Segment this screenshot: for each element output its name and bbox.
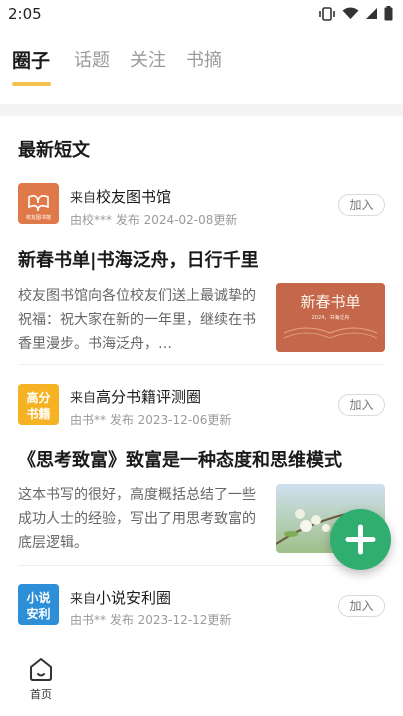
new-year-booklist-image: 新春书单 2024，书海泛舟 — [276, 283, 385, 352]
circle-avatar-image: 小说 安利 — [18, 584, 59, 625]
plus-icon — [345, 524, 376, 555]
tab-topics[interactable]: 话题 — [74, 46, 110, 72]
source-prefix: 来自 — [70, 592, 97, 607]
tab-excerpts[interactable]: 书摘 — [186, 46, 222, 72]
join-button[interactable]: 加入 — [338, 194, 385, 216]
join-button[interactable]: 加入 — [338, 394, 385, 416]
avatar-text-line1: 高分 — [26, 390, 50, 405]
post-meta: 由书** 发布 2023-12-12更新 — [70, 613, 232, 627]
status-time: 2:05 — [8, 5, 42, 23]
status-bar: 2:05 — [0, 0, 403, 28]
section-title: 最新短文 — [18, 140, 90, 161]
join-button[interactable]: 加入 — [338, 595, 385, 617]
post-excerpt[interactable]: 校友图书馆向各位校友们送上最诚挚的祝福：祝大家在新的一年里，继续在书香里漫步。书… — [18, 284, 258, 356]
circle-avatar[interactable]: 小说 安利 — [18, 584, 59, 625]
source-prefix: 来自 — [70, 191, 97, 206]
source-name[interactable]: 校友图书馆 — [96, 188, 171, 206]
avatar-text-line1: 小说 — [26, 590, 50, 605]
source-prefix: 来自 — [70, 391, 97, 406]
source-name[interactable]: 小说安利圈 — [96, 589, 171, 607]
signal-icon — [366, 8, 377, 19]
post-source[interactable]: 来自高分书籍评测圈 — [70, 386, 201, 407]
battery-icon — [384, 6, 393, 21]
post-title[interactable]: 《思考致富》致富是一种态度和思维模式 — [18, 446, 342, 472]
wifi-icon — [342, 7, 359, 19]
section-divider — [0, 104, 403, 116]
circle-avatar[interactable]: 校友图书馆 — [18, 183, 59, 224]
top-tabs: 圈子 话题 关注 书摘 — [0, 40, 403, 96]
post-meta: 由校*** 发布 2024-02-08更新 — [70, 213, 238, 227]
bottom-nav: 首页 — [0, 648, 403, 716]
nav-home[interactable]: 首页 — [22, 656, 60, 702]
post-excerpt[interactable]: 这本书写的很好，高度概括总结了一些成功人士的经验，写出了用思考致富的底层逻辑。 — [18, 483, 258, 555]
status-icons — [318, 6, 393, 21]
thumb-subtitle: 2024，书海泛舟 — [312, 314, 350, 321]
avatar-caption: 校友图书馆 — [26, 214, 51, 221]
post-source[interactable]: 来自小说安利圈 — [70, 587, 171, 608]
post-thumbnail[interactable]: 新春书单 2024，书海泛舟 — [276, 283, 385, 352]
book-logo-icon: 校友图书馆 — [26, 195, 51, 221]
active-tab-indicator — [12, 82, 51, 86]
circle-avatar-image: 高分 书籍 — [18, 384, 59, 425]
tab-circles[interactable]: 圈子 — [12, 46, 50, 73]
post-source[interactable]: 来自校友图书馆 — [70, 186, 171, 207]
post-meta: 由书** 发布 2023-12-06更新 — [70, 413, 232, 427]
tab-following[interactable]: 关注 — [130, 46, 166, 72]
circle-avatar[interactable]: 高分 书籍 — [18, 384, 59, 425]
thumb-title: 新春书单 — [300, 293, 360, 311]
avatar-text-line2: 安利 — [26, 606, 50, 621]
avatar-text-line2: 书籍 — [26, 406, 50, 421]
post-title[interactable]: 新春书单|书海泛舟，日行千里 — [18, 246, 259, 272]
vibrate-icon — [319, 6, 335, 21]
add-post-button[interactable] — [330, 509, 391, 570]
source-name[interactable]: 高分书籍评测圈 — [96, 388, 201, 406]
row-separator — [18, 364, 385, 365]
nav-home-label: 首页 — [30, 688, 52, 701]
home-icon — [30, 658, 52, 681]
